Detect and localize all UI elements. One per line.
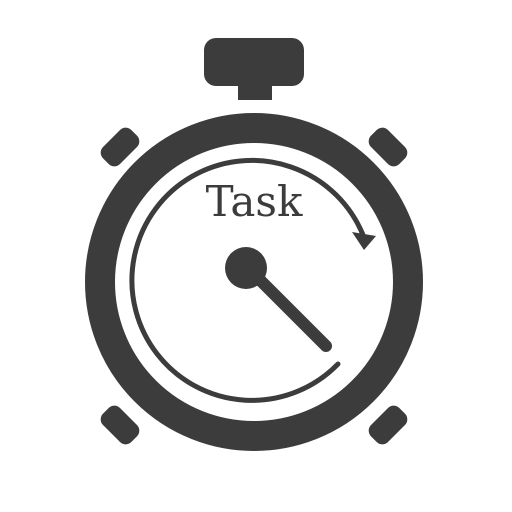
stopwatch-crown-stem (238, 82, 272, 100)
stopwatch-icon: Task (85, 38, 423, 451)
stopwatch-hub (225, 247, 267, 289)
stopwatch-arrowhead (352, 232, 376, 250)
stopwatch-crown (204, 38, 304, 86)
stopwatch-lug-bottom-left (100, 405, 140, 445)
task-stopwatch-app-icon: Task (0, 0, 512, 512)
stopwatch-lug-bottom-right (368, 405, 408, 445)
task-label: Task (206, 177, 303, 226)
